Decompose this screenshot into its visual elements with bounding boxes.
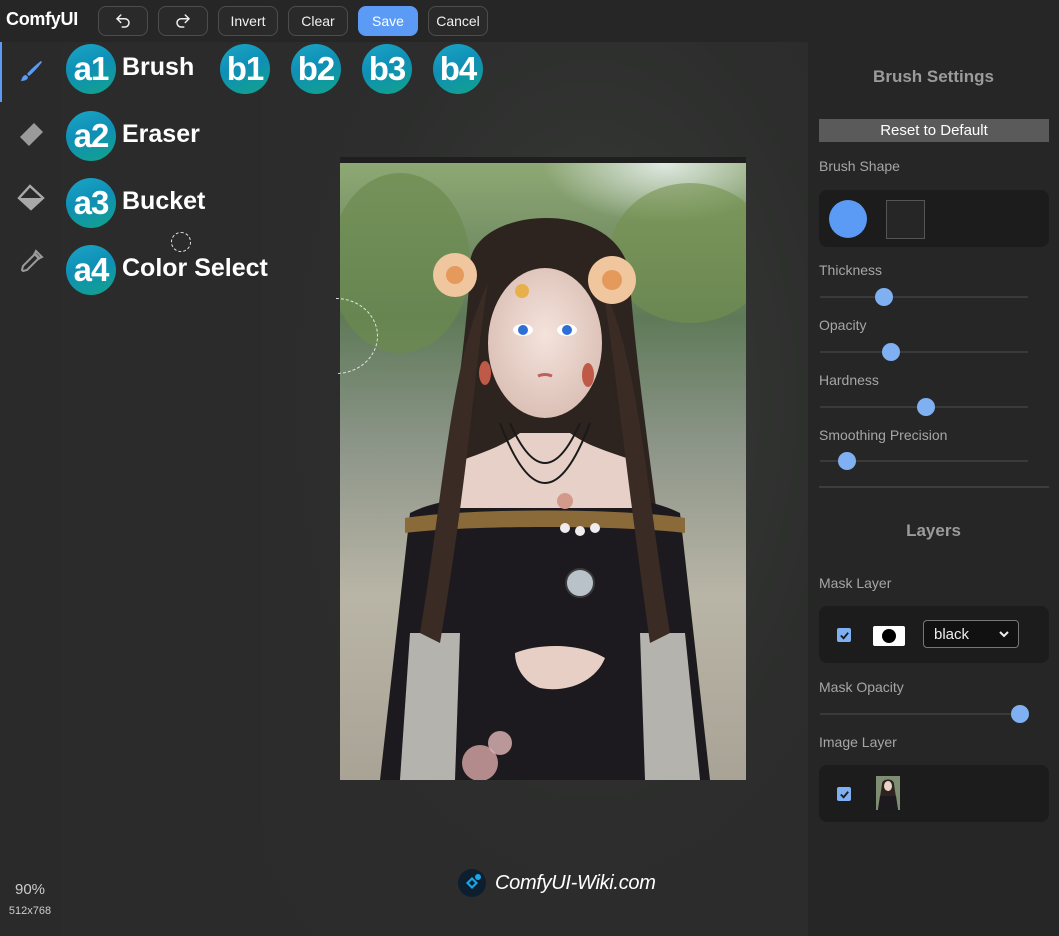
annotation-badge-a3: a3 — [66, 178, 116, 228]
mask-opacity-label: Mask Opacity — [819, 679, 904, 695]
annotation-badge-b1: b1 — [220, 44, 270, 94]
tool-rail: 90% 512x768 — [0, 42, 62, 936]
brush-shape-box — [819, 190, 1049, 247]
zoom-level: 90% — [14, 881, 46, 898]
top-toolbar: ComfyUI Invert Clear Save Cancel — [0, 0, 1059, 42]
mask-color-value: black — [934, 625, 970, 643]
thickness-label: Thickness — [819, 262, 883, 278]
annotation-badge-b3: b3 — [362, 44, 412, 94]
smoothing-precision-slider-knob[interactable] — [838, 452, 857, 470]
watermark: ComfyUI-Wiki.com — [457, 868, 656, 898]
undo-button[interactable] — [98, 6, 148, 36]
brush-settings-title: Brush Settings — [873, 67, 994, 86]
redo-button[interactable] — [158, 6, 208, 36]
cancel-button[interactable]: Cancel — [428, 6, 488, 36]
opacity-slider-knob[interactable] — [881, 343, 900, 361]
mask-canvas[interactable] — [62, 42, 808, 936]
mask-layer-checkbox[interactable] — [837, 628, 851, 642]
image-layer-thumbnail — [876, 776, 900, 810]
eraser-tool[interactable] — [0, 105, 62, 163]
checkmark-icon — [839, 790, 849, 799]
square-shape-option[interactable] — [886, 200, 925, 239]
hardness-label: Hardness — [819, 372, 879, 388]
smoothing-precision-slider[interactable] — [820, 452, 1028, 470]
mask-layer-box: black — [819, 606, 1049, 663]
undo-icon — [116, 14, 130, 28]
brush-icon — [21, 61, 42, 81]
circle-shape-option[interactable] — [829, 200, 867, 238]
mask-preview-icon — [873, 626, 905, 646]
hardness-slider[interactable] — [820, 398, 1028, 416]
redo-icon — [176, 14, 190, 28]
eraser-icon — [20, 123, 43, 146]
annotation-label-eraser: Eraser — [122, 120, 200, 148]
thickness-slider-knob[interactable] — [875, 288, 894, 306]
save-button[interactable]: Save — [358, 6, 418, 36]
thickness-slider[interactable] — [820, 288, 1028, 306]
checkmark-icon — [839, 631, 849, 640]
clear-button[interactable]: Clear — [288, 6, 348, 36]
brush-shape-label: Brush Shape — [819, 158, 900, 174]
brush-tool[interactable] — [0, 42, 62, 100]
image-layer-checkbox[interactable] — [837, 787, 851, 801]
comfyui-wiki-logo-icon — [458, 869, 486, 897]
opacity-slider[interactable] — [820, 343, 1028, 361]
annotation-label-brush: Brush — [122, 53, 195, 81]
mask-opacity-slider[interactable] — [820, 705, 1029, 723]
reset-to-default-button[interactable]: Reset to Default — [819, 119, 1049, 142]
cursor-preview — [171, 232, 191, 252]
mask-opacity-slider-knob[interactable] — [1010, 705, 1029, 723]
annotation-badge-b4: b4 — [433, 44, 483, 94]
opacity-label: Opacity — [819, 317, 867, 333]
watermark-text: ComfyUI-Wiki.com — [495, 871, 656, 894]
invert-button[interactable]: Invert — [218, 6, 278, 36]
annotation-badge-b2: b2 — [291, 44, 341, 94]
canvas-dimensions: 512x768 — [8, 905, 52, 917]
annotation-label-bucket: Bucket — [122, 187, 206, 215]
app-logo: ComfyUI — [6, 9, 78, 29]
layers-title: Layers — [906, 521, 961, 540]
source-image — [340, 157, 746, 780]
image-layer-box — [819, 765, 1049, 822]
eyedropper-icon — [20, 249, 44, 273]
mask-color-select[interactable]: black — [923, 620, 1019, 648]
color-select-tool[interactable] — [0, 233, 62, 291]
chevron-down-icon — [999, 631, 1009, 638]
bucket-tool[interactable] — [0, 169, 62, 227]
smoothing-precision-label: Smoothing Precision — [819, 427, 948, 443]
annotation-badge-a1: a1 — [66, 44, 116, 94]
annotation-badge-a4: a4 — [66, 245, 116, 295]
paint-bucket-icon — [17, 184, 45, 211]
annotation-badge-a2: a2 — [66, 111, 116, 161]
image-layer-label: Image Layer — [819, 734, 897, 750]
mask-layer-label: Mask Layer — [819, 575, 892, 591]
annotation-label-color-select: Color Select — [122, 254, 268, 282]
settings-panel: Brush Settings Reset to Default Brush Sh… — [808, 42, 1059, 936]
section-divider — [819, 486, 1049, 488]
hardness-slider-knob[interactable] — [917, 398, 936, 416]
portrait-image — [340, 163, 746, 780]
